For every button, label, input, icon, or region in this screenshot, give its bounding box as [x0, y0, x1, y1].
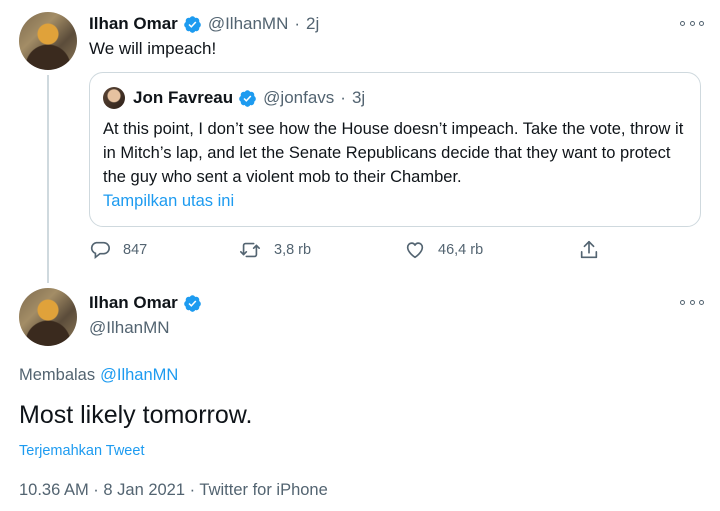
verified-badge-icon [184, 15, 201, 33]
verified-badge-icon [239, 89, 256, 107]
retweet-count: 3,8 rb [274, 242, 312, 258]
reply-count: 847 [123, 242, 148, 258]
author-avatar[interactable] [19, 288, 77, 346]
show-thread-link[interactable]: Tampilkan utas ini [103, 192, 234, 211]
like-count: 46,4 rb [438, 242, 484, 258]
like-button[interactable]: 46,4 rb [404, 239, 483, 261]
quoted-author-handle: @jonfavs [263, 88, 335, 107]
verified-badge-icon [184, 294, 201, 312]
replying-to-line: Membalas @IlhanMN [19, 366, 178, 385]
author-handle[interactable]: @IlhanMN [89, 318, 170, 338]
author-avatar[interactable] [19, 12, 77, 70]
share-button[interactable] [578, 239, 612, 261]
author-name[interactable]: Ilhan Omar [89, 14, 178, 34]
share-icon [580, 240, 598, 259]
main-tweet-text: Most likely tomorrow. [19, 401, 253, 429]
author-name[interactable]: Ilhan Omar [89, 293, 178, 313]
reply-button[interactable]: 847 [89, 239, 147, 261]
quoted-author-avatar [103, 87, 125, 109]
more-options-icon[interactable] [680, 296, 704, 308]
tweet-timestamp-source[interactable]: 10.36 AM · 8 Jan 2021 · Twitter for iPho… [19, 481, 328, 500]
first-tweet-header: Ilhan Omar @IlhanMN · 2j [89, 12, 319, 36]
quoted-tweet-card[interactable]: Jon Favreau @jonfavs · 3j At this point,… [89, 72, 701, 227]
quoted-author-name: Jon Favreau [133, 88, 234, 107]
thread-connector-line [47, 75, 49, 283]
main-tweet-author-name-row: Ilhan Omar [89, 291, 208, 315]
reply-icon [90, 241, 110, 260]
quoted-tweet-time: 3j [351, 88, 366, 107]
dot-separator: · [294, 14, 301, 33]
translate-tweet-link[interactable]: Terjemahkan Tweet [19, 443, 144, 459]
quoted-tweet-text: At this point, I don’t see how the House… [103, 120, 684, 186]
author-handle[interactable]: @IlhanMN [208, 14, 289, 34]
retweet-button[interactable]: 3,8 rb [238, 239, 311, 261]
replying-to-prefix: Membalas [19, 366, 96, 384]
tweet-time[interactable]: 2j [306, 14, 319, 34]
dot-separator: · [340, 88, 346, 107]
replying-to-handle[interactable]: @IlhanMN [100, 366, 178, 385]
like-icon [406, 242, 424, 259]
first-tweet-text: We will impeach! [89, 39, 217, 58]
retweet-icon [240, 242, 260, 258]
more-options-icon[interactable] [680, 17, 704, 29]
quoted-tweet-header: Jon Favreau @jonfavs · 3j [103, 86, 365, 110]
